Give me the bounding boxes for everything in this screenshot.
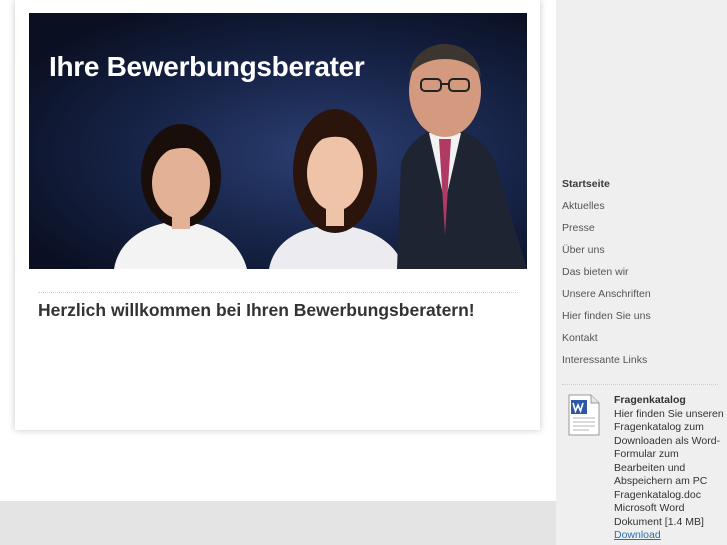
download-box: Fragenkatalog Hier finden Sie unseren Fr… — [614, 394, 726, 543]
content-divider — [38, 292, 518, 293]
nav-item-das-bieten-wir[interactable]: Das bieten wir — [562, 261, 651, 283]
main-navigation: Startseite Aktuelles Presse Über uns Das… — [562, 173, 651, 371]
hero-banner: Ihre Bewerbungsberater — [29, 13, 527, 269]
download-description: Hier finden Sie unseren Fragenkatalog zu… — [614, 407, 724, 488]
download-link[interactable]: Download — [614, 529, 726, 543]
nav-item-aktuelles[interactable]: Aktuelles — [562, 195, 651, 217]
person-right — [397, 44, 527, 269]
sidebar-divider — [562, 384, 718, 385]
nav-item-interessante-links[interactable]: Interessante Links — [562, 349, 651, 371]
nav-item-kontakt[interactable]: Kontakt — [562, 327, 651, 349]
download-filename: Fragenkatalog.doc — [614, 488, 701, 501]
download-title: Fragenkatalog — [614, 394, 686, 406]
nav-item-hier-finden-sie-uns[interactable]: Hier finden Sie uns — [562, 305, 651, 327]
nav-item-presse[interactable]: Presse — [562, 217, 651, 239]
word-document-icon[interactable] — [567, 394, 601, 436]
person-middle — [269, 109, 404, 269]
welcome-heading: Herzlich willkommen bei Ihren Bewerbungs… — [38, 300, 475, 320]
nav-item-unsere-anschriften[interactable]: Unsere Anschriften — [562, 283, 651, 305]
nav-item-startseite[interactable]: Startseite — [562, 173, 651, 195]
hero-title: Ihre Bewerbungsberater — [49, 51, 365, 82]
nav-item-ueber-uns[interactable]: Über uns — [562, 239, 651, 261]
person-left — [114, 124, 247, 269]
download-filetype: Microsoft Word Dokument [1.4 MB] — [614, 502, 704, 528]
